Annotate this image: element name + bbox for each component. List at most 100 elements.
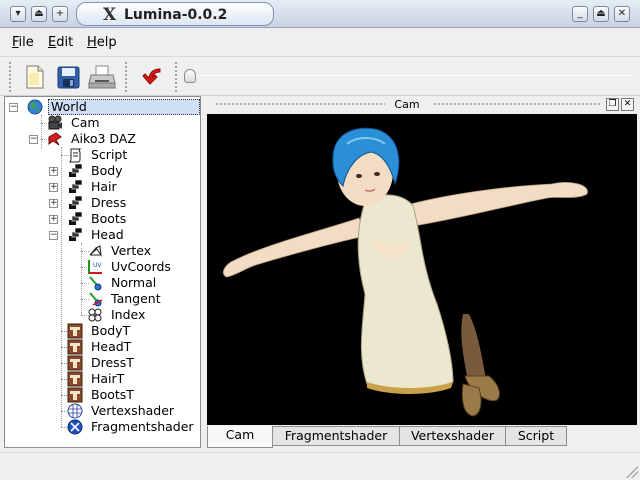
tree-item-label: BootsT [91, 387, 134, 402]
tree-item-fragmentshader[interactable]: Fragmentshader [5, 419, 200, 435]
vertex-icon [89, 245, 102, 257]
tab-fragmentshader[interactable]: Fragmentshader [272, 426, 400, 446]
collapse-icon[interactable]: − [29, 135, 38, 144]
tree-item-label: Hair [91, 179, 117, 194]
dock-close-button[interactable]: ✕ [621, 98, 634, 111]
tree-item-cam[interactable]: Cam [5, 115, 200, 131]
new-file-button[interactable] [20, 63, 48, 91]
timeline-slider-handle[interactable] [184, 69, 196, 83]
menu-icon: ▾ [15, 8, 21, 19]
tree-item-body[interactable]: + Body [5, 163, 200, 179]
texture-icon [67, 323, 83, 339]
window-menu-button[interactable]: ▾ [10, 6, 26, 22]
tab-script[interactable]: Script [505, 426, 567, 446]
toolbar-grip[interactable] [8, 61, 12, 93]
tree-item-normal[interactable]: Normal [5, 275, 200, 291]
tree-item-vertexshader[interactable]: Vertexshader [5, 403, 200, 419]
tree-item-label: Boots [91, 211, 127, 226]
tree-item-bodyt[interactable]: BodyT [5, 323, 200, 339]
tree-item-headt[interactable]: HeadT [5, 339, 200, 355]
camera-icon [48, 115, 62, 130]
tree-item-dress[interactable]: + Dress [5, 195, 200, 211]
tangent-icon [89, 292, 103, 307]
tree-item-label: Vertexshader [91, 403, 175, 418]
tree-item-label: Script [91, 147, 128, 162]
menu-edit[interactable]: Edit [48, 35, 73, 50]
expand-icon[interactable]: + [49, 167, 58, 176]
tree-item-label: Normal [111, 275, 157, 290]
index-icon [88, 308, 102, 322]
tree-item-uvcoords[interactable]: UV UvCoords [5, 259, 200, 275]
tree-item-script[interactable]: Script [5, 147, 200, 163]
tree-item-aiko3-daz[interactable]: − Aiko3 DAZ [5, 131, 200, 147]
tree-item-hairt[interactable]: HairT [5, 371, 200, 387]
print-button[interactable] [88, 63, 116, 91]
new-file-icon [26, 65, 44, 89]
tree-item-tangent[interactable]: Tangent [5, 291, 200, 307]
tree-item-label: HeadT [91, 339, 132, 354]
fragment-shader-icon [67, 419, 83, 435]
globe-icon [27, 99, 43, 115]
tree-item-index[interactable]: Index [5, 307, 200, 323]
render-viewport[interactable] [207, 114, 637, 425]
minimize-button[interactable]: _ [572, 6, 588, 22]
expand-icon[interactable]: + [49, 199, 58, 208]
script-icon [68, 148, 82, 163]
dock-float-button[interactable]: ❐ [606, 98, 619, 111]
tree-item-vertex[interactable]: Vertex [5, 243, 200, 259]
panel-splitter[interactable] [202, 96, 206, 448]
timeline-slider-track[interactable] [186, 75, 632, 76]
tree-item-label: DressT [91, 355, 134, 370]
texture-icon [67, 339, 83, 355]
collapse-icon[interactable]: − [49, 231, 58, 240]
menu-bar: File Edit Help [0, 29, 640, 55]
scene-tree[interactable]: − World Cam − Aiko3 DAZ Script + Body + … [4, 96, 201, 448]
close-icon: ✕ [617, 8, 627, 19]
close-icon: ✕ [623, 99, 632, 109]
dock-header[interactable]: Cam ❐ ✕ [207, 96, 637, 114]
menu-help[interactable]: Help [87, 35, 117, 50]
tab-vertexshader[interactable]: Vertexshader [399, 426, 506, 446]
shade-button[interactable]: ⏏ [31, 6, 47, 22]
close-button[interactable]: ✕ [614, 6, 630, 22]
tree-item-label: Dress [91, 195, 127, 210]
toolbar-grip-3[interactable] [174, 61, 178, 93]
tree-item-label: Index [111, 307, 146, 322]
vertex-shader-icon [67, 403, 83, 419]
tree-item-label: Vertex [111, 243, 152, 258]
mesh-icon [69, 227, 83, 241]
x11-logo-icon: X [103, 5, 117, 25]
rendered-figure [222, 127, 588, 417]
collapse-icon[interactable]: − [9, 103, 18, 112]
size-grip[interactable] [626, 466, 638, 478]
print-icon [88, 65, 116, 89]
mesh-icon [69, 179, 83, 193]
pin-button[interactable]: + [52, 6, 68, 22]
tree-item-head[interactable]: − Head [5, 227, 200, 243]
viewport-tab-bar: Cam Fragmentshader Vertexshader Script [207, 426, 637, 448]
tree-item-label: BodyT [91, 323, 131, 338]
title-bar[interactable]: ▾ ⏏ + X Lumina-0.0.2 _ ⏏ ✕ [0, 0, 640, 28]
undo-button[interactable] [138, 63, 166, 91]
tree-item-label: Body [91, 163, 123, 178]
tab-cam[interactable]: Cam [207, 426, 273, 448]
save-icon [57, 66, 80, 89]
menu-file[interactable]: File [12, 35, 34, 50]
expand-icon[interactable]: + [49, 215, 58, 224]
svg-text:UV: UV [93, 262, 102, 269]
maximize-button[interactable]: ⏏ [593, 6, 609, 22]
tree-item-label: Aiko3 DAZ [71, 131, 136, 146]
texture-icon [67, 371, 83, 387]
pin-icon: + [55, 8, 65, 19]
tree-item-label: Tangent [111, 291, 161, 306]
save-button[interactable] [54, 63, 82, 91]
toolbar-grip-2[interactable] [124, 61, 128, 93]
window-title: Lumina-0.0.2 [124, 7, 228, 23]
tree-item-boots[interactable]: + Boots [5, 211, 200, 227]
tree-item-hair[interactable]: + Hair [5, 179, 200, 195]
expand-icon[interactable]: + [49, 183, 58, 192]
mesh-icon [69, 195, 83, 209]
tree-item-dresst[interactable]: DressT [5, 355, 200, 371]
tree-item-bootst[interactable]: BootsT [5, 387, 200, 403]
tree-item-world[interactable]: − World [5, 99, 200, 115]
